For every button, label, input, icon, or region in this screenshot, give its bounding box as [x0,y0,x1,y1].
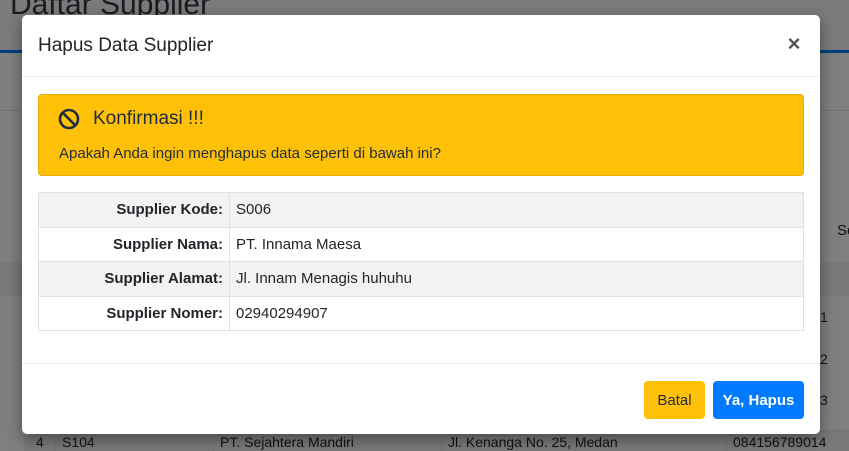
detail-row-nomer: Supplier Nomer: 02940294907 [38,295,804,331]
detail-label: Supplier Nomer: [38,295,230,331]
modal-footer: Batal Ya, Hapus [22,363,820,434]
confirmation-alert: Konfirmasi !!! Apakah Anda ingin menghap… [38,94,804,176]
ban-icon [58,108,80,130]
detail-value: 02940294907 [229,295,804,331]
detail-value: PT. Innama Maesa [229,226,804,262]
detail-label: Supplier Kode: [38,192,230,228]
detail-row-nama: Supplier Nama: PT. Innama Maesa [38,226,804,262]
modal-header: Hapus Data Supplier × [22,15,820,77]
detail-label: Supplier Alamat: [38,261,230,297]
alert-message: Apakah Anda ingin menghapus data seperti… [59,145,441,162]
close-button[interactable]: × [782,32,806,56]
cancel-button[interactable]: Batal [644,381,705,419]
alert-heading: Konfirmasi !!! [93,108,204,129]
confirm-delete-button[interactable]: Ya, Hapus [713,381,804,419]
detail-row-alamat: Supplier Alamat: Jl. Innam Menagis huhuh… [38,261,804,297]
detail-label: Supplier Nama: [38,226,230,262]
detail-value: Jl. Innam Menagis huhuhu [229,261,804,297]
detail-row-kode: Supplier Kode: S006 [38,192,804,228]
detail-value: S006 [229,192,804,228]
supplier-detail-table: Supplier Kode: S006 Supplier Nama: PT. I… [38,192,804,331]
delete-supplier-modal: Hapus Data Supplier × Konfirmasi !!! Apa… [22,15,820,434]
modal-title: Hapus Data Supplier [38,35,214,56]
